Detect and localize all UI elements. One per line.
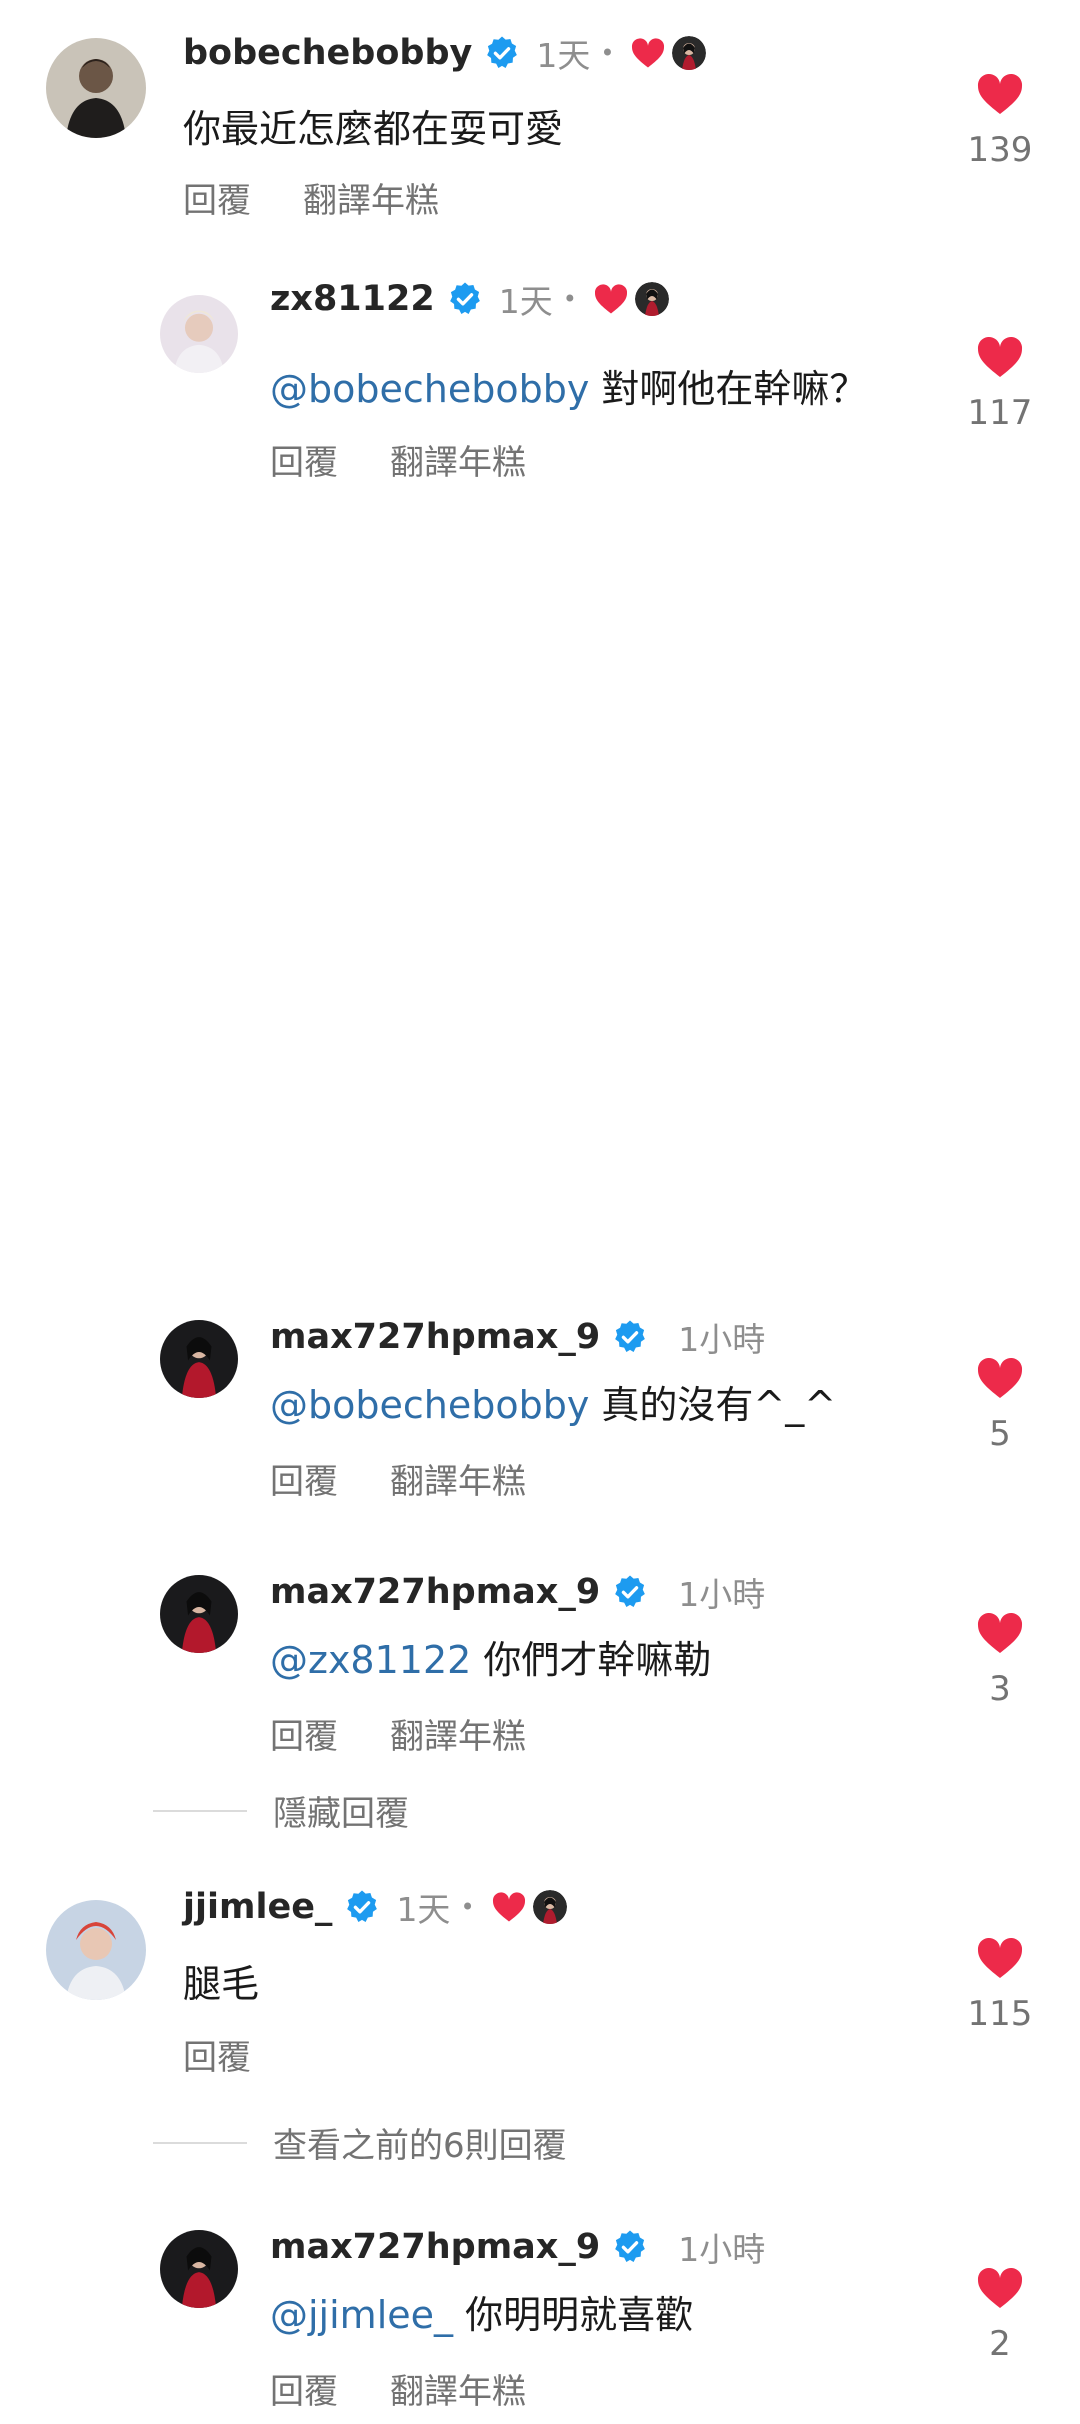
separator-dot: • — [562, 285, 577, 313]
creator-liked-heart-icon — [491, 1891, 527, 1923]
comment-username[interactable]: zx81122 — [270, 279, 435, 319]
translate-button[interactable]: 翻譯年糕 — [390, 1709, 526, 1758]
avatar[interactable] — [46, 1900, 146, 2000]
verified-badge-icon — [612, 1319, 648, 1355]
comment-username[interactable]: max727hpmax_9 — [270, 1317, 600, 1357]
comment-time: 1天 — [536, 36, 591, 75]
creator-avatar-icon — [672, 36, 707, 70]
comment-text: @jjimlee_ 你明明就喜歡 — [270, 2289, 693, 2341]
mention-link[interactable]: @zx81122 — [270, 1638, 471, 1682]
like-count: 139 — [967, 130, 1033, 170]
thread-divider — [153, 1809, 247, 1812]
heart-icon[interactable] — [976, 1611, 1024, 1655]
reply-button[interactable]: 回覆 — [270, 1709, 338, 1758]
translate-button[interactable]: 翻譯年糕 — [390, 1454, 526, 1503]
heart-icon[interactable] — [976, 1356, 1024, 1400]
reply-item: zx81122 1天 • @bobechebobby 對啊他在幹嘛？ 回覆 翻譯… — [0, 270, 1080, 500]
comment-text: @bobechebobby 對啊他在幹嘛？ — [270, 363, 867, 415]
reply-item: max727hpmax_9 1小時 @bobechebobby 真的沒有^_^ … — [0, 1300, 1080, 1520]
comment-time: 1小時 — [678, 1575, 766, 1614]
comment-time: 1天 — [396, 1890, 451, 1929]
comment-text: @zx81122 你們才幹嘛勒 — [270, 1634, 711, 1686]
reply-button[interactable]: 回覆 — [270, 435, 338, 484]
like-column: 3 — [960, 1611, 1040, 1709]
reply-button[interactable]: 回覆 — [270, 2364, 338, 2413]
creator-avatar-icon — [634, 282, 669, 316]
view-previous-replies-label: 查看之前的6則回覆 — [273, 2126, 567, 2166]
comment-body: 你明明就喜歡 — [465, 2293, 694, 2337]
like-column: 117 — [960, 335, 1040, 433]
mention-link[interactable]: @jjimlee_ — [270, 2293, 453, 2337]
comment-username[interactable]: bobechebobby — [183, 33, 472, 73]
comment-username[interactable]: max727hpmax_9 — [270, 1572, 600, 1612]
comment-text: 你最近怎麼都在耍可愛 — [183, 103, 563, 155]
avatar[interactable] — [160, 295, 238, 373]
verified-badge-icon — [484, 35, 520, 71]
hide-replies-toggle[interactable]: 隱藏回覆 — [153, 1786, 409, 1835]
mention-link[interactable]: @bobechebobby — [270, 1383, 589, 1427]
creator-liked-heart-icon — [593, 283, 629, 315]
comment-item: bobechebobby 1天 • 你最近怎麼都在耍可愛 回覆 翻譯年糕 139 — [0, 0, 1080, 230]
heart-icon[interactable] — [976, 335, 1024, 379]
avatar[interactable] — [160, 1575, 238, 1653]
reply-button[interactable]: 回覆 — [270, 1454, 338, 1503]
comment-time: 1天 — [498, 282, 553, 321]
translate-button[interactable]: 翻譯年糕 — [303, 173, 439, 222]
like-count: 3 — [989, 1669, 1011, 1709]
comment-time: 1小時 — [678, 2230, 766, 2269]
verified-badge-icon — [447, 281, 483, 317]
like-column: 139 — [960, 72, 1040, 170]
translate-button[interactable]: 翻譯年糕 — [390, 435, 526, 484]
comment-body: 你最近怎麼都在耍可愛 — [183, 107, 564, 151]
like-column: 2 — [960, 2266, 1040, 2364]
separator-dot: • — [600, 39, 615, 67]
reply-button[interactable]: 回覆 — [183, 173, 251, 222]
comment-body: 對啊他在幹嘛？ — [601, 367, 868, 411]
view-previous-replies-toggle[interactable]: 查看之前的6則回覆 — [153, 2118, 567, 2167]
comment-body: 腿毛 — [183, 1962, 260, 2006]
heart-icon[interactable] — [976, 1936, 1024, 1980]
creator-liked-heart-icon — [630, 37, 666, 69]
mention-link[interactable]: @bobechebobby — [270, 367, 589, 411]
comment-username[interactable]: max727hpmax_9 — [270, 2227, 600, 2267]
avatar[interactable] — [46, 38, 146, 138]
verified-badge-icon — [612, 1574, 648, 1610]
like-count: 115 — [967, 1994, 1033, 2034]
like-count: 117 — [967, 393, 1033, 433]
comment-username[interactable]: jjimlee_ — [183, 1887, 332, 1927]
reply-item: max727hpmax_9 1小時 @jjimlee_ 你明明就喜歡 回覆 翻譯… — [0, 2210, 1080, 2424]
reply-button[interactable]: 回覆 — [183, 2030, 251, 2079]
avatar[interactable] — [160, 1320, 238, 1398]
comment-time: 1小時 — [678, 1320, 766, 1359]
comment-body: 真的沒有^_^ — [601, 1383, 837, 1427]
like-count: 5 — [989, 1414, 1011, 1454]
like-column: 5 — [960, 1356, 1040, 1454]
comment-item: jjimlee_ 1天 • 腿毛 回覆 115 — [0, 1880, 1080, 2100]
hide-replies-label: 隱藏回覆 — [273, 1794, 409, 1834]
comment-text: @bobechebobby 真的沒有^_^ — [270, 1379, 836, 1431]
avatar[interactable] — [160, 2230, 238, 2308]
verified-badge-icon — [612, 2229, 648, 2265]
like-count: 2 — [989, 2324, 1011, 2364]
heart-icon[interactable] — [976, 72, 1024, 116]
verified-badge-icon — [344, 1889, 380, 1925]
thread-divider — [153, 2141, 247, 2144]
reply-item: max727hpmax_9 1小時 @zx81122 你們才幹嘛勒 回覆 翻譯年… — [0, 1555, 1080, 1775]
separator-dot: • — [460, 1893, 475, 1921]
creator-avatar-icon — [532, 1890, 567, 1924]
translate-button[interactable]: 翻譯年糕 — [390, 2364, 526, 2413]
heart-icon[interactable] — [976, 2266, 1024, 2310]
comment-body: 你們才幹嘛勒 — [483, 1638, 712, 1682]
comment-text: 腿毛 — [183, 1958, 259, 2010]
like-column: 115 — [960, 1936, 1040, 2034]
